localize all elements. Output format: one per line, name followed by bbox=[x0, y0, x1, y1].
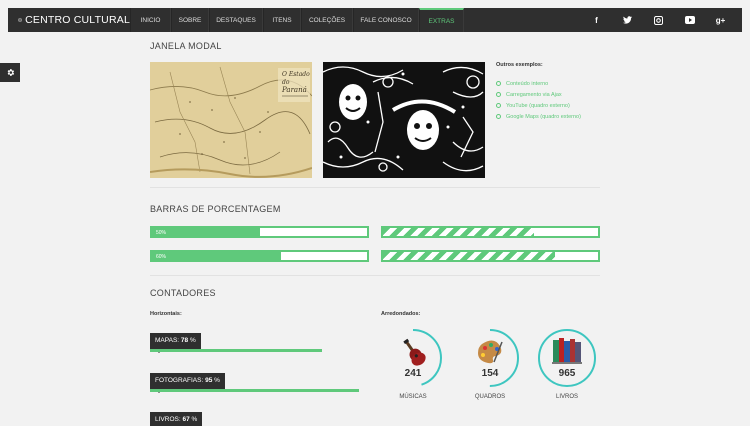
striped-percentage-bar bbox=[381, 250, 600, 262]
striped-bar-fill bbox=[383, 228, 534, 236]
round-counter-paintings: 154 bbox=[460, 328, 520, 388]
example-link-ajax[interactable]: Carregamento via Ajax bbox=[496, 89, 606, 100]
counter-tag: FOTOGRAFIAS: 95 % bbox=[150, 373, 225, 393]
guitar-icon bbox=[403, 338, 426, 366]
section-title-counters: CONTADORES bbox=[150, 288, 216, 298]
example-link-youtube[interactable]: YouTube (quadro externo) bbox=[496, 100, 606, 111]
section-title-modal: JANELA MODAL bbox=[150, 41, 222, 51]
counter-number: 241 bbox=[404, 368, 422, 379]
settings-gear-button[interactable] bbox=[0, 63, 20, 82]
striped-bar-fill bbox=[383, 252, 555, 260]
nav-item-destaques[interactable]: DESTAQUES bbox=[209, 8, 263, 32]
counter-label: LIVROS bbox=[555, 394, 578, 400]
round-counter-books: 965 bbox=[537, 328, 597, 388]
rounded-counters-label: Arredondados: bbox=[381, 311, 421, 317]
circle-bullet-icon bbox=[496, 81, 501, 86]
percentage-bar-fill: 60% bbox=[152, 252, 281, 260]
examples-title: Outros exemplos: bbox=[496, 62, 543, 68]
instagram-icon[interactable] bbox=[643, 8, 674, 32]
nav-item-itens[interactable]: ITENS bbox=[263, 8, 301, 32]
books-icon bbox=[552, 338, 582, 364]
nav-item-extras[interactable]: EXTRAS bbox=[419, 8, 464, 32]
circle-bullet-icon bbox=[496, 103, 501, 108]
percentage-bar: 50% bbox=[150, 226, 369, 238]
counter-bar bbox=[150, 389, 359, 392]
section-divider bbox=[150, 187, 600, 188]
counter-tag: MAPAS: 78 % bbox=[150, 333, 201, 353]
svg-text:do: do bbox=[282, 79, 290, 86]
brand-logo-icon bbox=[18, 17, 22, 23]
percentage-bar-fill: 50% bbox=[152, 228, 260, 236]
example-link-internal-content[interactable]: Conteúdo interno bbox=[496, 78, 606, 89]
gear-icon bbox=[7, 69, 14, 76]
horizontal-counter-maps: MAPAS: 78 % bbox=[150, 329, 322, 353]
horizontal-counters-label: Horizontais: bbox=[150, 311, 182, 317]
nav-item-fale-conosco[interactable]: FALE CONOSCO bbox=[353, 8, 419, 32]
counter-tag: LIVROS: 67 % bbox=[150, 412, 203, 426]
google-plus-icon[interactable]: g+ bbox=[705, 8, 736, 32]
main-nav: INICIO SOBRE DESTAQUES ITENS COLEÇÕES FA… bbox=[130, 8, 464, 32]
counter-number: 965 bbox=[558, 368, 576, 379]
round-counter-music: 241 bbox=[383, 328, 443, 388]
counter-number: 154 bbox=[481, 368, 499, 379]
section-divider bbox=[150, 275, 600, 276]
social-links: f g+ bbox=[581, 8, 736, 32]
horizontal-counter-photos: FOTOGRAFIAS: 95 % bbox=[150, 369, 359, 393]
percentage-bar: 60% bbox=[150, 250, 369, 262]
top-navbar: CENTRO CULTURAL INICIO SOBRE DESTAQUES I… bbox=[8, 8, 742, 32]
brand-name: CENTRO CULTURAL bbox=[25, 14, 130, 26]
nav-item-inicio[interactable]: INICIO bbox=[130, 8, 171, 32]
youtube-icon[interactable] bbox=[674, 8, 705, 32]
woodcut-art-image-thumbnail[interactable] bbox=[323, 62, 485, 178]
svg-text:O Estado: O Estado bbox=[282, 71, 310, 78]
circle-bullet-icon bbox=[496, 92, 501, 97]
facebook-icon[interactable]: f bbox=[581, 8, 612, 32]
svg-text:Paraná: Paraná bbox=[281, 86, 307, 94]
other-examples: Outros exemplos: Conteúdo interno Carreg… bbox=[496, 62, 606, 122]
section-title-bars: BARRAS DE PORCENTAGEM bbox=[150, 204, 281, 214]
map-image-thumbnail[interactable]: O Estado do Paraná bbox=[150, 62, 312, 178]
nav-item-sobre[interactable]: SOBRE bbox=[171, 8, 209, 32]
counter-label: QUADROS bbox=[474, 394, 506, 400]
counter-bar bbox=[150, 349, 322, 352]
striped-percentage-bar bbox=[381, 226, 600, 238]
counter-label: MÚSICAS bbox=[399, 394, 427, 400]
horizontal-counter-books: LIVROS: 67 % bbox=[150, 408, 203, 426]
twitter-icon[interactable] bbox=[612, 8, 643, 32]
nav-item-colecoes[interactable]: COLEÇÕES bbox=[301, 8, 353, 32]
circle-bullet-icon bbox=[496, 114, 501, 119]
example-link-google-maps[interactable]: Google Maps (quadro externo) bbox=[496, 111, 606, 122]
brand[interactable]: CENTRO CULTURAL bbox=[8, 8, 130, 32]
palette-icon bbox=[478, 340, 503, 364]
